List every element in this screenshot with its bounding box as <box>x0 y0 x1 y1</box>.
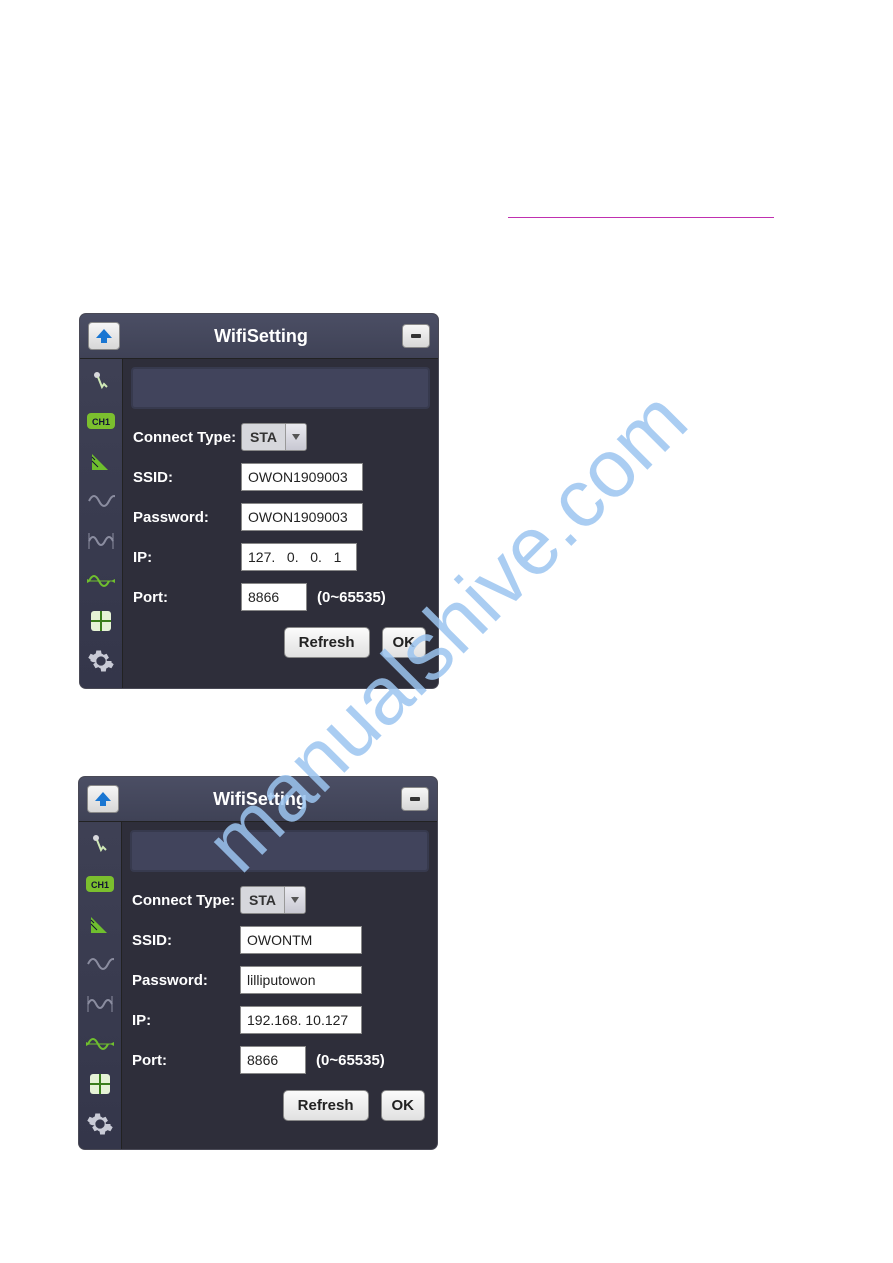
port-label: Port: <box>132 1052 240 1069</box>
home-button[interactable] <box>87 785 119 813</box>
dropdown-button[interactable] <box>284 887 305 913</box>
wifi-setting-panel-2: WifiSetting CH1 Connect Type: STA <box>79 777 437 1149</box>
ip-input[interactable] <box>241 543 357 571</box>
ip-label: IP: <box>133 549 241 566</box>
ruler-icon[interactable] <box>84 908 116 940</box>
crosshair-icon[interactable] <box>85 605 117 637</box>
connect-type-label: Connect Type: <box>133 429 241 446</box>
wave3-icon[interactable] <box>85 565 117 597</box>
refresh-button[interactable]: Refresh <box>284 627 370 658</box>
connect-type-select[interactable]: STA <box>240 886 306 914</box>
wave3-icon[interactable] <box>84 1028 116 1060</box>
wifi-setting-panel-1: WifiSetting CH1 Connect Type: STA <box>80 314 438 688</box>
password-label: Password: <box>133 509 241 526</box>
sidebar: CH1 <box>79 822 122 1149</box>
svg-text:CH1: CH1 <box>91 880 109 890</box>
crosshair-icon[interactable] <box>84 1068 116 1100</box>
password-label: Password: <box>132 972 240 989</box>
tab-strip <box>130 830 429 872</box>
sidebar: CH1 <box>80 359 123 688</box>
wave2-icon[interactable] <box>85 525 117 557</box>
svg-text:CH1: CH1 <box>92 417 110 427</box>
panel-title: WifiSetting <box>214 326 308 347</box>
ok-button[interactable]: OK <box>382 627 427 658</box>
refresh-button[interactable]: Refresh <box>283 1090 369 1121</box>
port-input[interactable] <box>240 1046 306 1074</box>
touch-icon[interactable] <box>85 365 117 397</box>
connect-type-select[interactable]: STA <box>241 423 307 451</box>
wave1-icon[interactable] <box>85 485 117 517</box>
ruler-icon[interactable] <box>85 445 117 477</box>
dropdown-button[interactable] <box>285 424 306 450</box>
ssid-input[interactable] <box>240 926 362 954</box>
wave1-icon[interactable] <box>84 948 116 980</box>
ssid-label: SSID: <box>133 469 241 486</box>
ok-button[interactable]: OK <box>381 1090 426 1121</box>
reference-link[interactable] <box>508 216 774 218</box>
home-up-arrow-icon <box>94 791 112 807</box>
touch-icon[interactable] <box>84 828 116 860</box>
connect-type-label: Connect Type: <box>132 892 240 909</box>
minimize-icon <box>409 329 423 343</box>
home-up-arrow-icon <box>95 328 113 344</box>
connect-type-value: STA <box>242 429 285 445</box>
titlebar: WifiSetting <box>79 777 437 822</box>
connect-type-value: STA <box>241 892 284 908</box>
chevron-down-icon <box>291 433 301 441</box>
minimize-button[interactable] <box>401 787 429 811</box>
chevron-down-icon <box>290 896 300 904</box>
ch1-icon[interactable]: CH1 <box>85 405 117 437</box>
content-area: Connect Type: STA SSID: Password: <box>122 822 437 1149</box>
minimize-button[interactable] <box>402 324 430 348</box>
tab-strip <box>131 367 430 409</box>
home-button[interactable] <box>88 322 120 350</box>
panel-title: WifiSetting <box>213 789 307 810</box>
content-area: Connect Type: STA SSID: Password: <box>123 359 438 688</box>
password-input[interactable] <box>241 503 363 531</box>
gear-icon[interactable] <box>84 1108 116 1140</box>
gear-icon[interactable] <box>85 645 117 677</box>
wave2-icon[interactable] <box>84 988 116 1020</box>
minimize-icon <box>408 792 422 806</box>
ip-label: IP: <box>132 1012 240 1029</box>
ssid-label: SSID: <box>132 932 240 949</box>
port-hint: (0~65535) <box>316 1052 385 1069</box>
port-input[interactable] <box>241 583 307 611</box>
ch1-icon[interactable]: CH1 <box>84 868 116 900</box>
ssid-input[interactable] <box>241 463 363 491</box>
ip-input[interactable] <box>240 1006 362 1034</box>
titlebar: WifiSetting <box>80 314 438 359</box>
port-label: Port: <box>133 589 241 606</box>
port-hint: (0~65535) <box>317 589 386 606</box>
password-input[interactable] <box>240 966 362 994</box>
